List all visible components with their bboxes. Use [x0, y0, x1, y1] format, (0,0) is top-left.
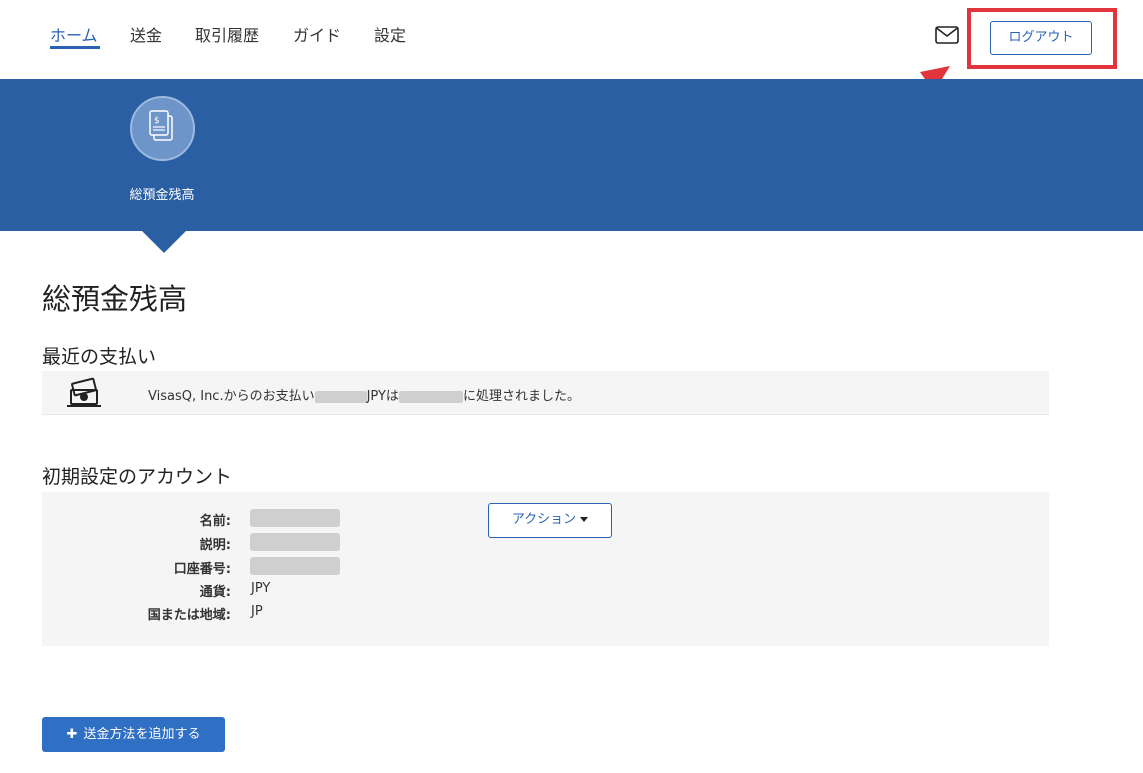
payment-text: VisasQ, Inc.からのお支払い JPYは に処理されました。 — [148, 385, 580, 404]
caret-down-icon — [580, 517, 589, 522]
name-label: 名前: — [199, 514, 231, 529]
redacted-date — [398, 390, 463, 403]
payment-row: VisasQ, Inc.からのお支払い JPYは に処理されました。 — [42, 371, 1049, 415]
payment-text-prefix: VisasQ, Inc.からのお支払い — [148, 389, 315, 404]
money-icon — [67, 377, 101, 407]
default-account-title: 初期設定のアカウント — [42, 466, 233, 488]
recent-payments-title: 最近の支払い — [42, 346, 157, 368]
payment-text-suffix: に処理されました。 — [462, 389, 580, 404]
page-title: 総預金残高 — [42, 282, 188, 316]
action-label: アクション — [511, 512, 577, 527]
plus-icon: ✚ — [66, 727, 78, 742]
nav-item-guide[interactable]: ガイド — [293, 22, 341, 46]
payment-text-mid: JPYは — [366, 389, 399, 404]
currency-value: JPY — [251, 581, 271, 596]
document-dollar-icon[interactable]: $ — [130, 96, 195, 161]
nav-item-home[interactable]: ホーム — [50, 22, 98, 46]
redacted-name — [250, 509, 340, 527]
add-transfer-method-button[interactable]: ✚ 送金方法を追加する — [42, 717, 225, 752]
banner-label[interactable]: 総預金残高 — [112, 184, 212, 203]
add-method-label: 送金方法を追加する — [83, 727, 201, 742]
nav-item-settings[interactable]: 設定 — [374, 22, 406, 46]
highlight-annotation — [967, 8, 1117, 69]
redacted-description — [250, 533, 340, 551]
redacted-amount — [314, 390, 367, 403]
nav-item-send[interactable]: 送金 — [130, 22, 162, 46]
account-number-label: 口座番号: — [173, 562, 231, 577]
redacted-account-number — [250, 557, 340, 575]
nav-item-history[interactable]: 取引履歴 — [195, 22, 259, 46]
active-tab-indicator — [50, 46, 100, 49]
country-value: JP — [251, 604, 263, 619]
account-panel: 名前: 説明: 口座番号: 通貨: JPY 国または地域: JP アクション — [42, 492, 1049, 646]
svg-text:$: $ — [154, 116, 160, 126]
currency-label: 通貨: — [199, 585, 231, 600]
banner-pointer — [141, 230, 187, 253]
description-label: 説明: — [199, 538, 231, 553]
country-label: 国または地域: — [147, 608, 231, 623]
action-dropdown-button[interactable]: アクション — [488, 503, 612, 538]
mail-icon[interactable] — [935, 26, 959, 44]
